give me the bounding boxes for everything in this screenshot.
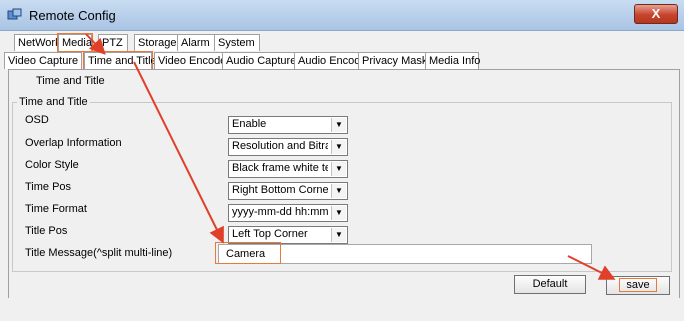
pane-label: Time and Title — [36, 75, 105, 87]
osd-select[interactable]: Enable ▼ — [228, 116, 348, 134]
title-pos-value: Left Top Corner — [232, 228, 308, 240]
title-message-label: Title Message(^split multi-line) — [25, 247, 173, 259]
time-pos-select[interactable]: Right Bottom Corner ▼ — [228, 182, 348, 200]
tab-ptz[interactable]: PTZ — [98, 34, 128, 51]
time-format-label: Time Format — [25, 203, 87, 215]
tab-system[interactable]: System — [214, 34, 260, 51]
chevron-down-icon[interactable]: ▼ — [331, 162, 346, 176]
app-icon — [7, 8, 22, 20]
tab-video-capture[interactable]: Video Capture — [4, 52, 82, 69]
time-format-select[interactable]: yyyy-mm-dd hh:mm:ss ▼ — [228, 204, 348, 222]
window-title: Remote Config — [29, 8, 116, 23]
chevron-down-icon[interactable]: ▼ — [331, 228, 346, 242]
osd-label: OSD — [25, 114, 49, 126]
color-style-label: Color Style — [25, 159, 79, 171]
color-style-value: Black frame white text o — [232, 162, 328, 174]
tab-audio-capture[interactable]: Audio Capture — [222, 52, 298, 69]
color-style-select[interactable]: Black frame white text o ▼ — [228, 160, 348, 178]
tab-time-and-title[interactable]: Time and Title — [83, 51, 157, 70]
osd-value: Enable — [232, 118, 267, 130]
tab-privacy-mask[interactable]: Privacy Mask — [358, 52, 428, 69]
title-pos-select[interactable]: Left Top Corner ▼ — [228, 226, 348, 244]
chevron-down-icon[interactable]: ▼ — [331, 118, 346, 132]
save-button-label: save — [619, 278, 657, 292]
group-title: Time and Title — [17, 96, 90, 108]
tab-storage[interactable]: Storage — [134, 34, 178, 51]
title-bar: Remote Config X — [0, 0, 684, 31]
overlap-information-value: Resolution and Bitrate — [232, 140, 328, 152]
tab-network[interactable]: NetWork — [14, 34, 61, 51]
overlap-information-select[interactable]: Resolution and Bitrate ▼ — [228, 138, 348, 156]
close-button[interactable]: X — [634, 4, 678, 24]
time-pos-value: Right Bottom Corner — [232, 184, 328, 196]
overlap-information-label: Overlap Information — [25, 137, 122, 149]
tab-audio-encode[interactable]: Audio Encode — [294, 52, 368, 69]
remote-config-window: Remote Config X NetWork Media PTZ Storag… — [0, 0, 684, 321]
time-format-value: yyyy-mm-dd hh:mm:ss — [232, 206, 328, 218]
default-button[interactable]: Default — [514, 275, 586, 294]
chevron-down-icon[interactable]: ▼ — [331, 206, 346, 220]
title-pos-label: Title Pos — [25, 225, 68, 237]
tab-alarm[interactable]: Alarm — [177, 34, 215, 51]
chevron-down-icon[interactable]: ▼ — [331, 184, 346, 198]
save-button[interactable]: save — [606, 276, 670, 295]
bottom-bar — [0, 298, 684, 321]
title-message-highlight — [215, 242, 281, 264]
time-pos-label: Time Pos — [25, 181, 72, 193]
chevron-down-icon[interactable]: ▼ — [331, 140, 346, 154]
tab-media[interactable]: Media — [57, 33, 93, 52]
tab-media-info[interactable]: Media Info — [425, 52, 480, 69]
